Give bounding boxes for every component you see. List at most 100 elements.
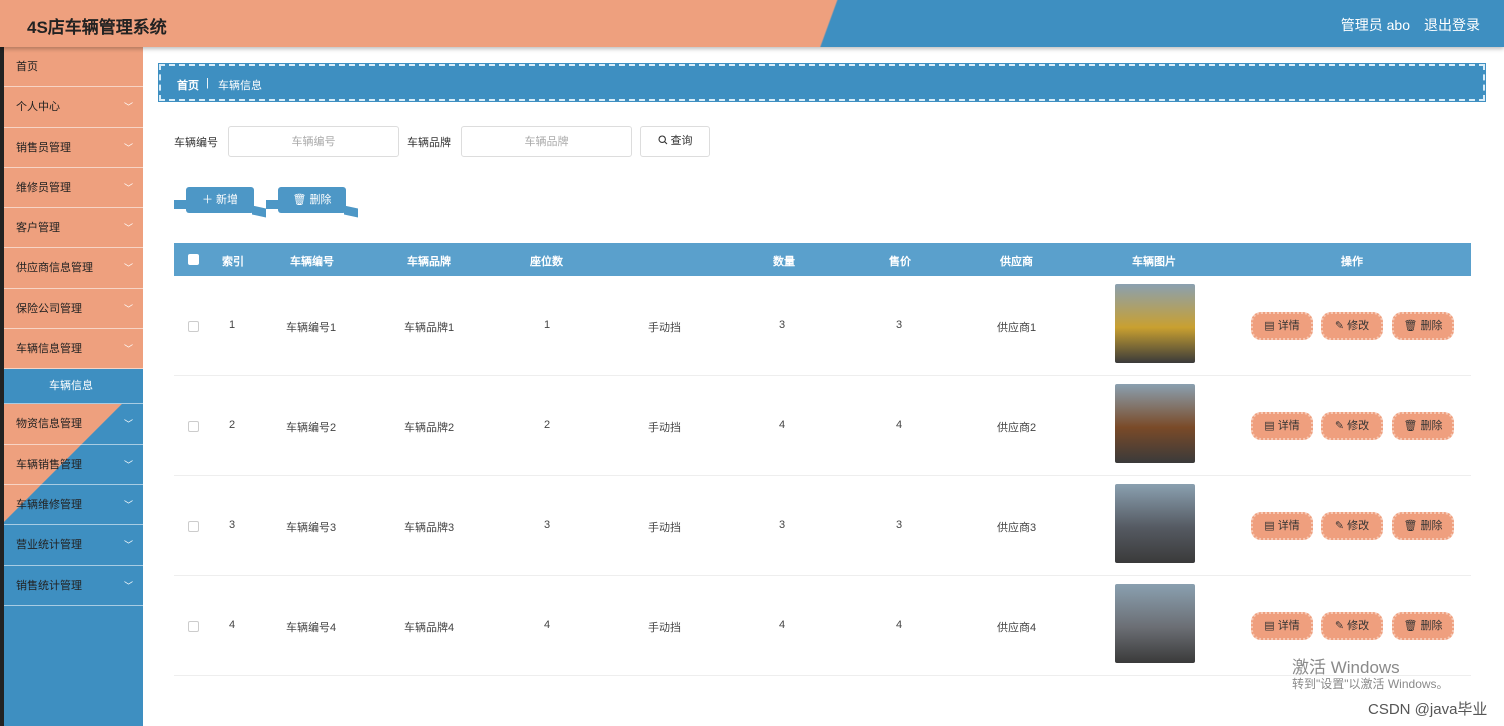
trash-icon: 🗑 — [1403, 520, 1421, 532]
table-row: 4 车辆编号4 车辆品牌4 4 手动挡 4 4 供应商4 ▤ 详情 ✎ 修改 🗑 删除 — [174, 576, 1471, 676]
edit-button-label: 修改 — [1347, 620, 1370, 632]
row-checkbox[interactable] — [188, 521, 199, 532]
sidebar-subitem-vehicle-info[interactable]: 车辆信息 — [4, 369, 143, 405]
delete-button[interactable]: 🗑 删除 — [1392, 412, 1454, 440]
batch-delete-button[interactable]: 🗑 删除 — [266, 187, 346, 213]
add-button[interactable]: ＋ 新增 — [174, 187, 254, 213]
header-price: 售价 — [889, 256, 911, 268]
batch-delete-label: 删除 — [309, 194, 332, 206]
chevron-down-icon: ﹀ — [123, 344, 133, 355]
sidebar-item-7[interactable]: 车辆信息管理 ﹀ — [4, 329, 143, 370]
row-checkbox[interactable] — [188, 321, 199, 332]
vehicle-image[interactable] — [1115, 384, 1195, 463]
vehicle-image[interactable] — [1115, 584, 1195, 663]
sidebar-item-after-3[interactable]: 营业统计管理 ﹀ — [4, 525, 143, 566]
sidebar-item-label: 车辆信息管理 — [16, 343, 82, 356]
detail-button-label: 详情 — [1277, 420, 1300, 432]
sidebar-item-5[interactable]: 供应商信息管理 ﹀ — [4, 248, 143, 289]
cell-supplier: 供应商2 — [997, 422, 1037, 434]
cell-gearbox: 手动挡 — [648, 522, 681, 534]
sidebar-item-1[interactable]: 个人中心 ﹀ — [4, 87, 143, 128]
sidebar-item-label: 车辆销售管理 — [16, 458, 82, 471]
delete-button[interactable]: 🗑 删除 — [1392, 612, 1454, 640]
detail-button[interactable]: ▤ 详情 — [1251, 312, 1313, 340]
header-vehicle-image: 车辆图片 — [1132, 256, 1176, 268]
cell-quantity: 3 — [779, 519, 786, 531]
sidebar-item-label: 供应商信息管理 — [16, 262, 93, 275]
cell-index: 3 — [229, 519, 236, 531]
document-icon: ▤ — [1264, 520, 1278, 532]
sidebar-item-0[interactable]: 首页 — [4, 47, 143, 88]
row-checkbox[interactable] — [188, 621, 199, 632]
edit-button[interactable]: ✎ 修改 — [1321, 312, 1383, 340]
vehicle-image[interactable] — [1115, 484, 1195, 563]
header-actions: 操作 — [1341, 256, 1363, 268]
chevron-down-icon: ﹀ — [123, 540, 133, 551]
breadcrumb-separator: | — [206, 77, 209, 89]
sidebar-item-4[interactable]: 客户管理 ﹀ — [4, 208, 143, 249]
breadcrumb: 首页 | 车辆信息 — [158, 63, 1486, 102]
table-header: 索引 车辆编号 车辆品牌 座位数 数量 售价 供应商 车辆图片 操作 — [174, 243, 1471, 276]
cell-vehicle-brand: 车辆品牌3 — [404, 522, 455, 534]
breadcrumb-current: 车辆信息 — [218, 80, 262, 92]
cell-price: 4 — [896, 619, 903, 631]
cell-price: 3 — [896, 519, 903, 531]
chevron-down-icon: ﹀ — [123, 419, 133, 430]
cell-vehicle-code: 车辆编号3 — [286, 522, 337, 534]
sidebar-item-after-2[interactable]: 车辆维修管理 ﹀ — [4, 485, 143, 526]
edit-button[interactable]: ✎ 修改 — [1321, 612, 1383, 640]
sidebar-item-2[interactable]: 销售员管理 ﹀ — [4, 128, 143, 168]
chevron-down-icon: ﹀ — [123, 223, 133, 234]
detail-button[interactable]: ▤ 详情 — [1251, 612, 1313, 640]
chevron-down-icon: ﹀ — [123, 182, 133, 193]
sidebar-item-label: 营业统计管理 — [16, 539, 82, 552]
vehicle-brand-input[interactable] — [461, 126, 632, 157]
chevron-down-icon: ﹀ — [123, 142, 133, 153]
add-button-label: 新增 — [216, 194, 239, 206]
row-checkbox[interactable] — [188, 421, 199, 432]
cell-vehicle-brand: 车辆品牌2 — [404, 422, 455, 434]
document-icon: ▤ — [1264, 620, 1278, 632]
cell-quantity: 4 — [779, 419, 786, 431]
sidebar-item-after-0[interactable]: 物资信息管理 ﹀ — [4, 404, 143, 445]
chevron-down-icon: ﹀ — [123, 303, 133, 314]
delete-button[interactable]: 🗑 删除 — [1392, 312, 1454, 340]
detail-button[interactable]: ▤ 详情 — [1251, 512, 1313, 540]
pencil-icon: ✎ — [1334, 420, 1348, 432]
header-index: 索引 — [222, 256, 244, 268]
cell-index: 2 — [229, 419, 236, 431]
cell-supplier: 供应商3 — [997, 522, 1037, 534]
sidebar-item-label: 首页 — [16, 61, 38, 73]
sidebar-item-after-1[interactable]: 车辆销售管理 ﹀ — [4, 445, 143, 485]
edit-button-label: 修改 — [1347, 520, 1370, 532]
detail-button[interactable]: ▤ 详情 — [1251, 412, 1313, 440]
cell-seats: 2 — [544, 419, 551, 431]
logout-link[interactable]: 退出登录 — [1424, 15, 1480, 35]
edit-button[interactable]: ✎ 修改 — [1321, 512, 1383, 540]
cell-quantity: 3 — [779, 319, 786, 331]
edit-button[interactable]: ✎ 修改 — [1321, 412, 1383, 440]
cell-gearbox: 手动挡 — [648, 622, 681, 634]
chevron-down-icon: ﹀ — [123, 102, 133, 113]
document-icon: ▤ — [1264, 320, 1278, 332]
header-vehicle-brand: 车辆品牌 — [407, 256, 451, 268]
breadcrumb-home[interactable]: 首页 — [177, 77, 199, 93]
vehicle-image[interactable] — [1115, 284, 1195, 363]
cell-index: 1 — [229, 319, 236, 331]
cell-vehicle-brand: 车辆品牌4 — [404, 622, 455, 634]
vehicle-code-input[interactable] — [228, 126, 399, 157]
query-button[interactable]: 查询 — [640, 126, 710, 157]
sidebar-item-after-4[interactable]: 销售统计管理 ﹀ — [4, 566, 143, 606]
search-icon — [657, 135, 667, 145]
document-icon: ▤ — [1264, 420, 1278, 432]
plus-icon: ＋ — [201, 194, 217, 206]
pencil-icon: ✎ — [1334, 620, 1348, 632]
header-quantity: 数量 — [773, 256, 795, 268]
delete-button[interactable]: 🗑 删除 — [1392, 512, 1454, 540]
table-row: 2 车辆编号2 车辆品牌2 2 手动挡 4 4 供应商2 ▤ 详情 ✎ 修改 🗑 删除 — [174, 376, 1471, 476]
sidebar-item-6[interactable]: 保险公司管理 ﹀ — [4, 289, 143, 330]
select-all-checkbox[interactable] — [188, 254, 199, 265]
sidebar-item-3[interactable]: 维修员管理 ﹀ — [4, 168, 143, 209]
vehicle-table: 索引 车辆编号 车辆品牌 座位数 数量 售价 供应商 车辆图片 操作 1 车辆编号… — [174, 243, 1471, 676]
trash-icon: 🗑 — [1403, 420, 1421, 432]
